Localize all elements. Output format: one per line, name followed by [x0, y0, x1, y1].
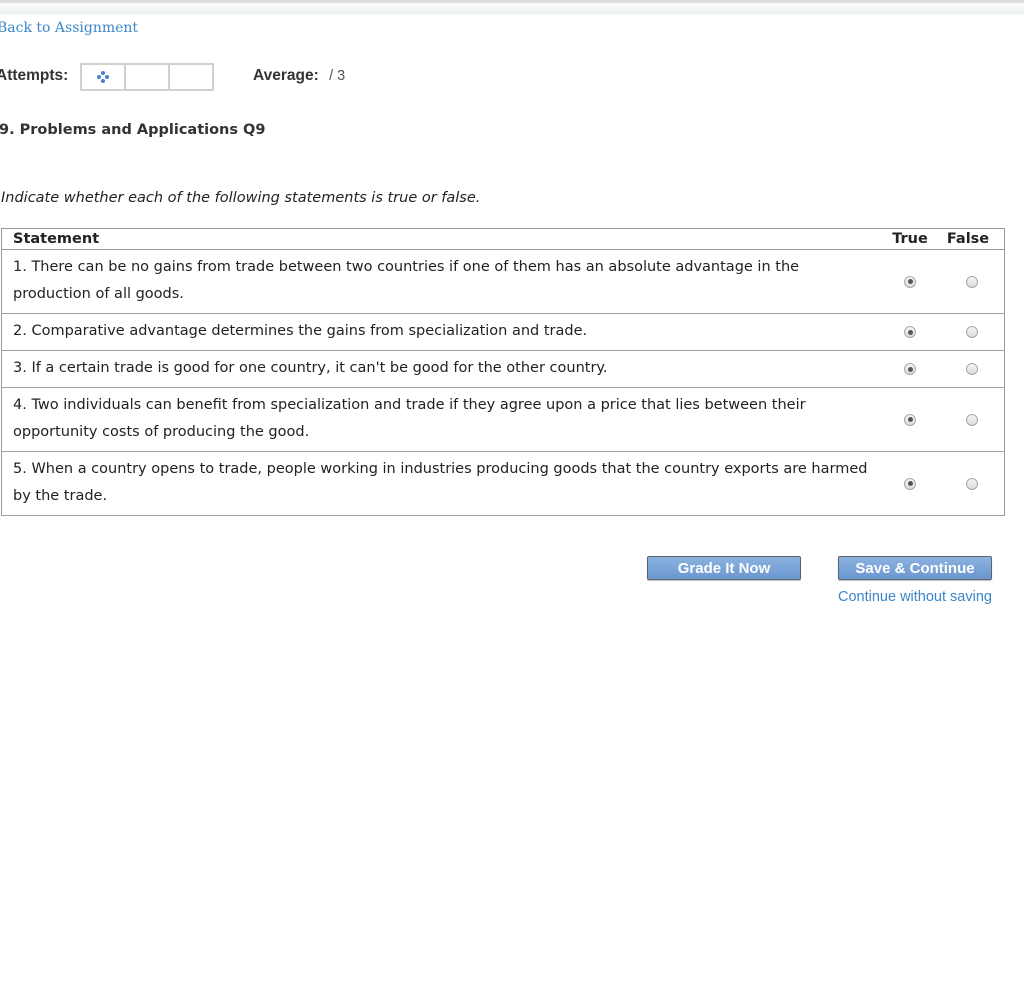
radio-false[interactable] — [965, 275, 978, 288]
attempt-boxes — [80, 63, 214, 91]
attempt-box-2 — [124, 63, 170, 91]
statement-text: 3. If a certain trade is good for one co… — [1, 350, 881, 388]
table-row: 4. Two individuals can benefit from spec… — [1, 387, 1005, 452]
true-false-table: Statement True False 1. There can be no … — [1, 228, 1005, 516]
attempt-box-3 — [168, 63, 214, 91]
average-value: / 3 — [329, 68, 346, 84]
radio-true[interactable] — [904, 477, 916, 490]
statement-text: 5. When a country opens to trade, people… — [1, 451, 881, 516]
continue-without-saving-link[interactable]: Continue without saving — [838, 589, 992, 605]
attempt-box-1 — [80, 63, 126, 91]
radio-true[interactable] — [904, 413, 916, 426]
average-label: Average: — [253, 67, 319, 84]
top-bar — [0, 0, 1024, 14]
save-and-continue-button[interactable]: Save & Continue — [838, 556, 992, 580]
question-title: 9. Problems and Applications Q9 — [0, 122, 266, 138]
header-false: False — [939, 228, 1005, 250]
statement-text: 2. Comparative advantage determines the … — [1, 313, 881, 351]
grade-it-now-button[interactable]: Grade It Now — [647, 556, 801, 580]
table-row: 5. When a country opens to trade, people… — [1, 451, 1005, 516]
table-row: 2. Comparative advantage determines the … — [1, 313, 1005, 351]
radio-true[interactable] — [904, 275, 916, 288]
statement-text: 1. There can be no gains from trade betw… — [1, 249, 881, 314]
statement-text: 4. Two individuals can benefit from spec… — [1, 387, 881, 452]
loading-dots-icon — [97, 71, 109, 83]
radio-false[interactable] — [965, 326, 978, 338]
table-row: 1. There can be no gains from trade betw… — [1, 249, 1005, 314]
table-row: 3. If a certain trade is good for one co… — [1, 350, 1005, 388]
radio-true[interactable] — [904, 326, 916, 338]
radio-false[interactable] — [965, 363, 978, 375]
radio-false[interactable] — [965, 413, 978, 426]
average: Average: / 3 — [253, 67, 345, 85]
header-statement: Statement — [1, 228, 881, 250]
table-header-row: Statement True False — [1, 228, 1005, 250]
back-to-assignment-link[interactable]: Back to Assignment — [0, 20, 138, 36]
radio-false[interactable] — [965, 477, 978, 490]
radio-true[interactable] — [904, 363, 916, 375]
instructions: Indicate whether each of the following s… — [1, 190, 481, 206]
attempts-label: Attempts: — [0, 67, 69, 84]
header-true: True — [881, 228, 939, 250]
